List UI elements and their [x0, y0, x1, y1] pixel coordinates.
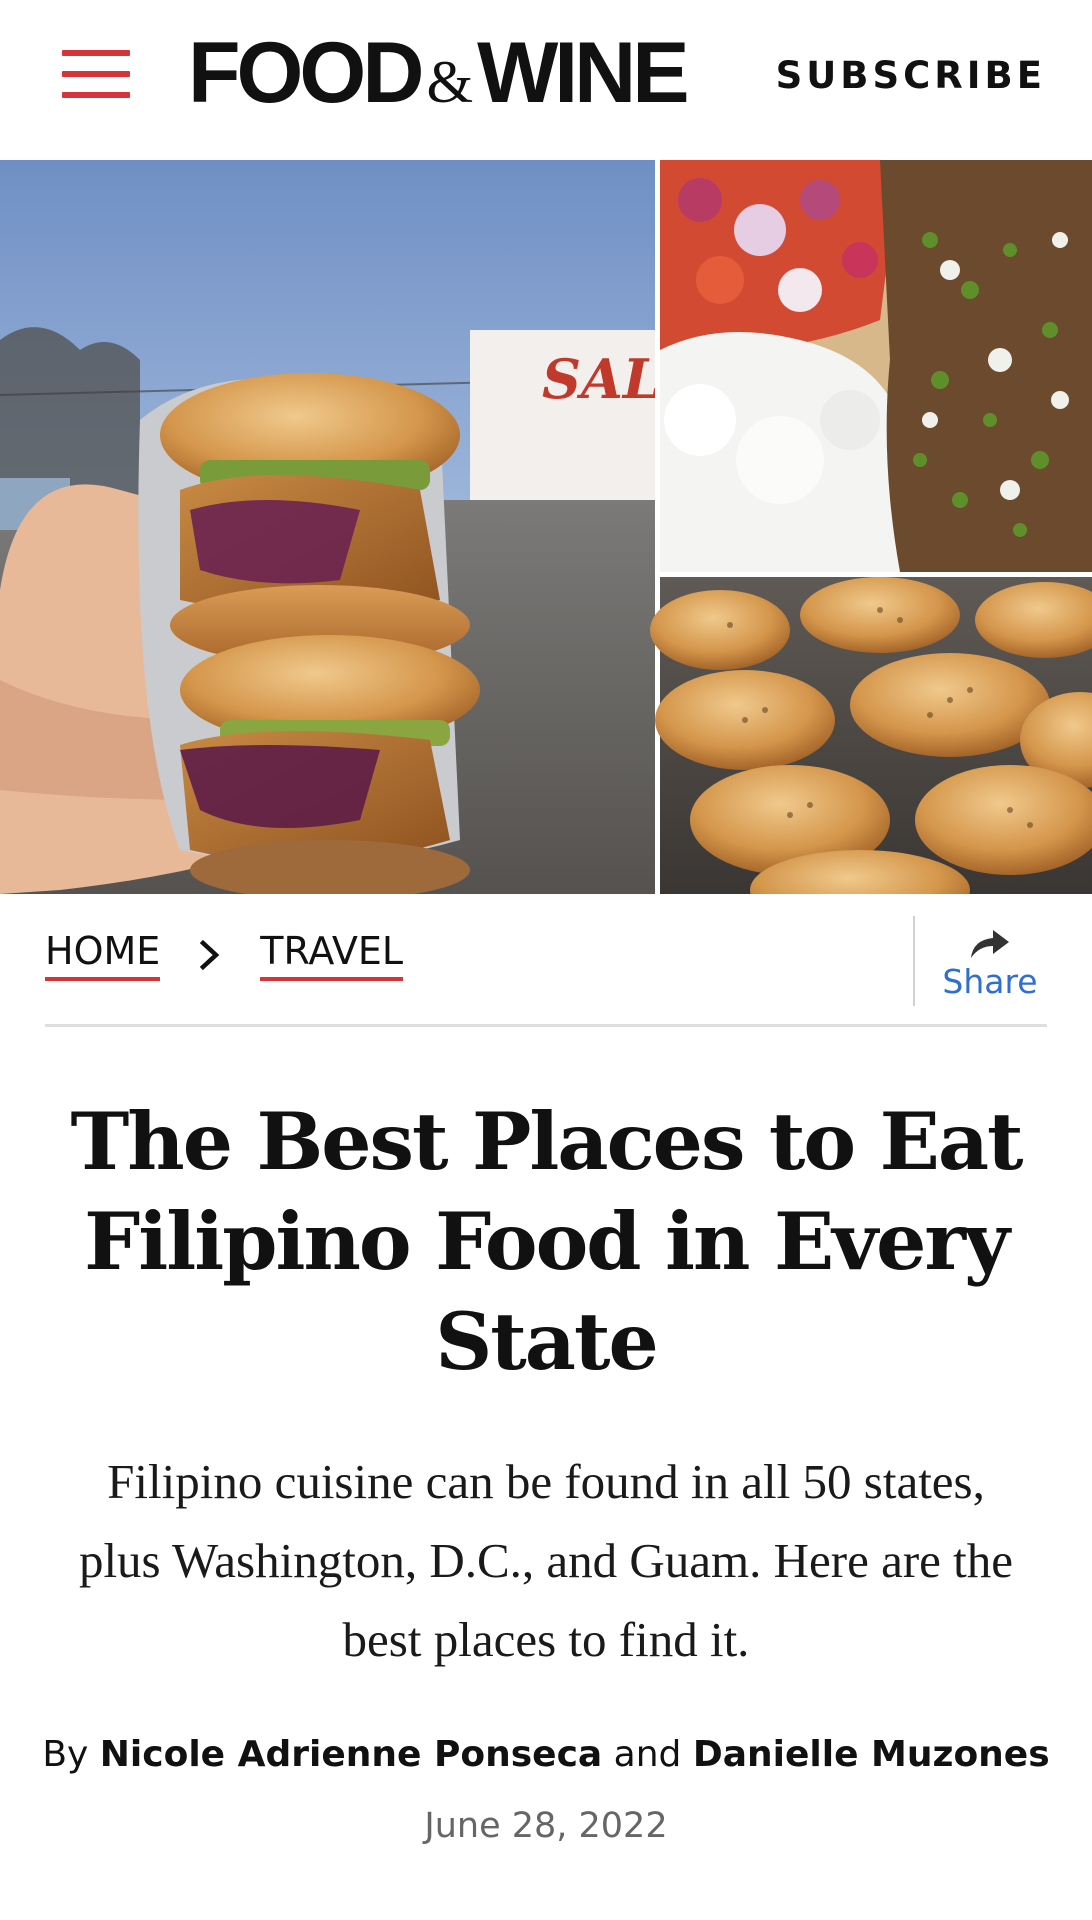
publish-date: June 28, 2022: [424, 1806, 668, 1846]
hero-top-right-photo: [660, 160, 1092, 572]
site-logo[interactable]: FOOD & WINE: [188, 25, 690, 121]
article-dek: Filipino cuisine can be found in all 50 …: [78, 1454, 1014, 1667]
breadcrumb-divider: [45, 1024, 1047, 1027]
author-link-2[interactable]: Danielle Muzones: [693, 1734, 1050, 1775]
subscribe-link[interactable]: SUBSCRIBE: [776, 54, 1046, 97]
site-header: FOOD & WINE SUBSCRIBE: [0, 0, 1092, 160]
hero-bottom-right-photo: [650, 577, 1092, 894]
article-byline: By Nicole Adrienne Ponseca and Danielle …: [0, 1734, 1092, 1775]
menu-bar-top: [62, 50, 130, 56]
logo-wine: WINE: [477, 25, 690, 121]
share-arrow-icon: [971, 930, 1009, 958]
share-label: Share: [942, 962, 1038, 1001]
breadcrumb-travel-link[interactable]: TRAVEL: [260, 929, 404, 981]
menu-bar-middle: [62, 71, 130, 77]
byline-prefix: By: [42, 1734, 89, 1775]
menu-bar-bottom: [62, 92, 130, 98]
chevron-right-icon: [200, 939, 220, 971]
byline-conjunction: and: [613, 1734, 682, 1775]
hero-image-collage: SAL: [0, 160, 1092, 894]
truck-sign-text: SAL: [542, 347, 661, 411]
share-divider: [913, 916, 915, 1006]
hamburger-menu-icon[interactable]: [62, 50, 130, 98]
breadcrumb-home-link[interactable]: HOME: [45, 929, 161, 981]
share-button[interactable]: Share: [935, 920, 1045, 1010]
author-link-1[interactable]: Nicole Adrienne Ponseca: [100, 1734, 602, 1775]
logo-ampersand: &: [426, 49, 474, 115]
logo-food: FOOD: [188, 25, 424, 121]
hero-left-photo: SAL: [0, 160, 661, 894]
breadcrumb: HOME TRAVEL: [45, 920, 404, 990]
article-title: The Best Places to Eat Filipino Food in …: [70, 1095, 1023, 1388]
